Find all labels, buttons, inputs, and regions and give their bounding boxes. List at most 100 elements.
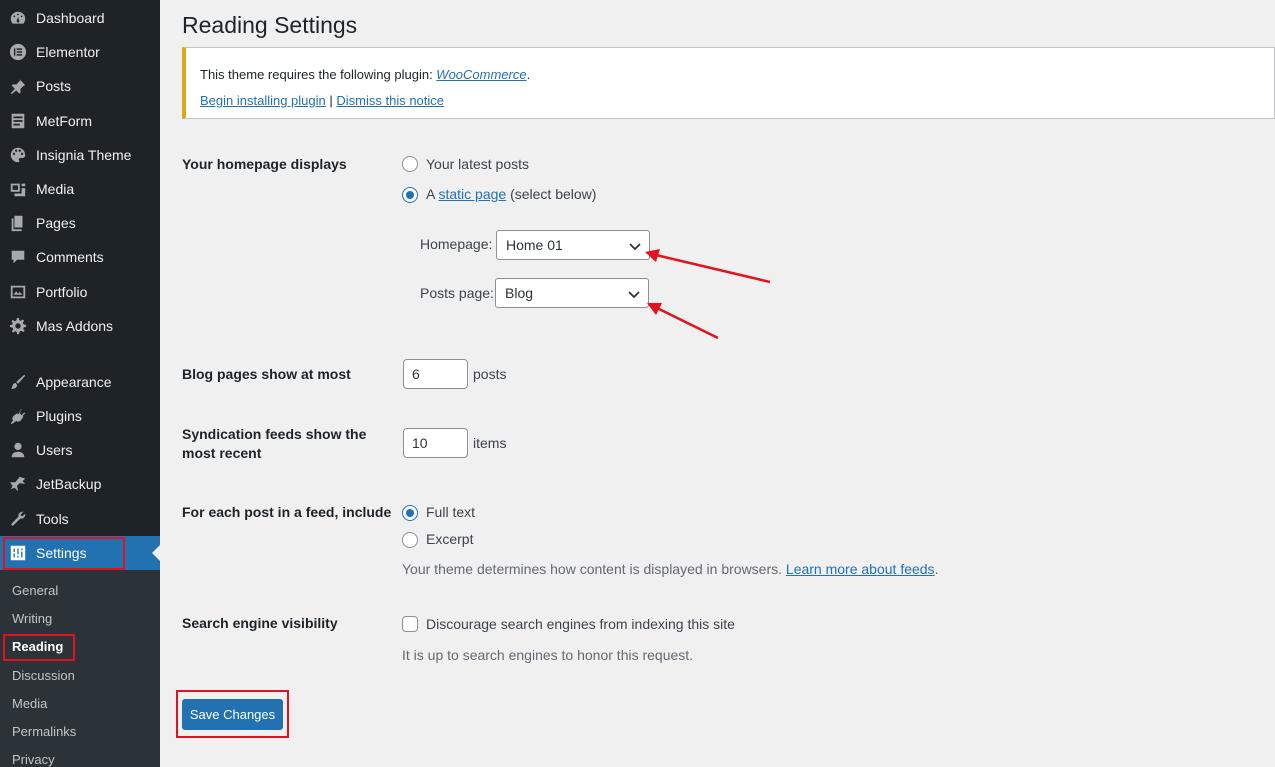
radio-static-page[interactable] [402,187,418,203]
plugin-notice: This theme requires the following plugin… [182,47,1275,119]
save-changes-button[interactable]: Save Changes [182,699,283,730]
notice-separator: | [325,93,337,108]
install-plugin-link[interactable]: Begin installing plugin [200,93,326,108]
dashboard-icon [8,8,28,28]
menu-label: Mas Addons [36,318,114,334]
excerpt-label: Excerpt [426,531,474,547]
blog-pages-input[interactable]: 6 [403,359,468,389]
portfolio-icon [8,282,28,302]
blog-pages-unit: posts [473,366,507,382]
menu-item-metform[interactable]: MetForm [0,104,160,138]
dismiss-notice-link[interactable]: Dismiss this notice [336,93,444,108]
notice-text-end: . [526,67,531,82]
menu-item-comments[interactable]: Comments [0,240,160,274]
static-page-link[interactable]: static page [438,186,506,202]
latest-posts-label: Your latest posts [426,156,529,172]
menu-item-settings[interactable]: Settings [0,536,160,570]
syndication-input[interactable]: 10 [403,428,468,458]
menu-label: Settings [36,545,87,561]
menu-label: Portfolio [36,284,88,300]
discourage-search-label: Discourage search engines from indexing … [426,616,735,632]
comment-icon [8,247,28,267]
submenu-writing[interactable]: Writing [12,611,52,626]
media-icon [8,179,28,199]
menu-item-dashboard[interactable]: Dashboard [0,1,160,35]
menu-item-tools[interactable]: Tools [0,502,160,536]
feed-description-text: Your theme determines how content is dis… [402,561,786,577]
menu-item-plugins[interactable]: Plugins [0,399,160,433]
menu-label: Dashboard [36,10,105,26]
radio-full-text[interactable] [402,505,418,521]
menu-label: Plugins [36,408,82,424]
search-visibility-description: It is up to search engines to honor this… [402,647,694,663]
menu-label: Media [36,181,75,197]
full-text-label: Full text [426,504,476,520]
homepage-select-value: Home 01 [506,237,563,253]
menu-label: Tools [36,511,69,527]
feed-description-end: . [934,561,939,577]
chevron-down-icon [628,291,640,299]
submenu-permalinks[interactable]: Permalinks [12,724,76,739]
menu-item-jetbackup[interactable]: JetBackup [0,467,160,501]
notice-message: This theme requires the following plugin… [200,67,530,82]
search-visibility-label: Search engine visibility [182,615,338,631]
user-icon [8,440,28,460]
syndication-unit: items [473,435,507,451]
menu-item-appearance[interactable]: Appearance [0,365,160,399]
submenu-privacy[interactable]: Privacy [12,752,55,767]
palette-icon [8,145,28,165]
submenu-general[interactable]: General [12,583,58,598]
homepage-select-label: Homepage: [420,236,493,252]
radio-excerpt[interactable] [402,532,418,548]
elementor-icon [8,42,28,62]
blog-pages-label: Blog pages show at most [182,366,351,382]
form-icon [8,111,28,131]
syndication-label: Syndication feeds show the most recent [182,425,366,463]
menu-label: Pages [36,215,76,231]
notice-actions: Begin installing plugin | Dismiss this n… [200,93,444,108]
chevron-down-icon [629,243,641,251]
admin-sidebar: Dashboard Elementor Posts MetForm Insign… [0,0,160,767]
gear-icon [8,316,28,336]
menu-item-mas-addons[interactable]: Mas Addons [0,309,160,343]
menu-item-users[interactable]: Users [0,433,160,467]
posts-page-select-value: Blog [505,285,534,301]
feed-description: Your theme determines how content is dis… [402,561,938,577]
notice-text: This theme requires the following plugin… [200,67,437,82]
learn-more-feeds-link[interactable]: Learn more about feeds [786,561,935,577]
menu-label: Comments [36,249,104,265]
settings-sliders-icon [8,543,28,563]
menu-item-posts[interactable]: Posts [0,69,160,103]
submenu-media[interactable]: Media [12,696,47,711]
menu-label: Users [36,442,73,458]
syndication-label-line1: Syndication feeds show the [182,426,367,442]
posts-page-select[interactable]: Blog [495,278,649,308]
main-content: Reading Settings This theme requires the… [160,0,1275,767]
menu-item-pages[interactable]: Pages [0,206,160,240]
submenu-discussion[interactable]: Discussion [12,668,75,683]
pin-icon [8,76,28,96]
posts-page-select-label: Posts page: [420,285,494,301]
syndication-label-line2: most recent [182,445,262,461]
brush-icon [8,372,28,392]
menu-label: Posts [36,78,72,94]
submenu-reading[interactable]: Reading [12,639,63,654]
wrench-icon [8,509,28,529]
menu-label: Appearance [36,374,112,390]
menu-item-media[interactable]: Media [0,172,160,206]
settings-submenu: General Writing Reading Discussion Media… [0,570,160,767]
radio-latest-posts[interactable] [402,156,418,172]
homepage-select[interactable]: Home 01 [496,230,650,260]
discourage-search-checkbox[interactable] [402,616,418,632]
pages-icon [8,213,28,233]
menu-label: Elementor [36,44,100,60]
jetbackup-icon [8,474,28,494]
menu-item-insignia-theme[interactable]: Insignia Theme [0,138,160,172]
menu-label: JetBackup [36,476,102,492]
feed-include-label: For each post in a feed, include [182,504,392,520]
page-title: Reading Settings [182,12,358,38]
woocommerce-link[interactable]: WooCommerce [436,67,526,82]
menu-item-portfolio[interactable]: Portfolio [0,275,160,309]
menu-item-elementor[interactable]: Elementor [0,35,160,69]
static-page-label: A static page (select below) [426,186,596,202]
